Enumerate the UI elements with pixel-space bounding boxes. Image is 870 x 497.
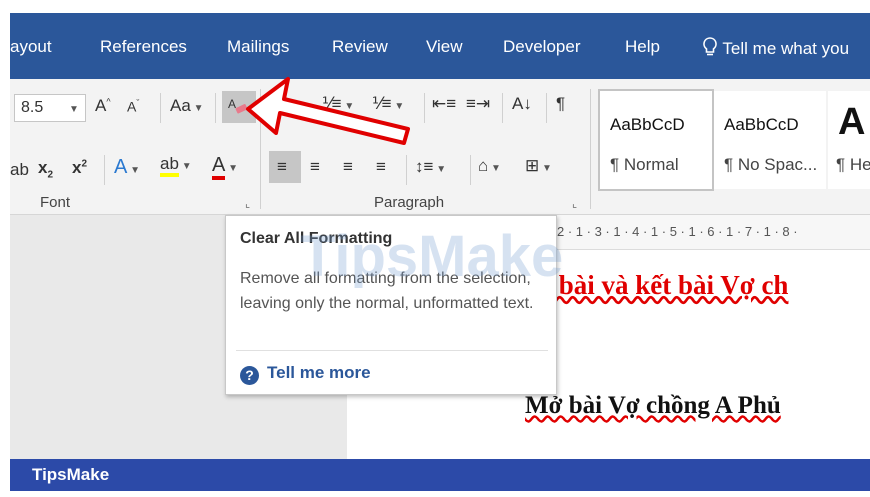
strikethrough-icon[interactable]: ab [10, 161, 29, 178]
grow-font-icon[interactable]: A^ [95, 97, 111, 114]
divider [546, 93, 547, 123]
annotation-arrow-icon [246, 77, 410, 145]
tab-layout[interactable]: ayout [10, 37, 52, 57]
font-group-label: Font [40, 194, 71, 211]
style-no-spacing[interactable]: AaBbCcD ¶ No Spac... [714, 91, 826, 189]
font-dialog-launcher-icon[interactable]: ⌞ [245, 197, 250, 210]
tell-me-search[interactable]: Tell me what you [702, 37, 849, 59]
divider [160, 93, 161, 123]
justify-icon[interactable]: ≡ [376, 158, 386, 175]
font-size-value: 8.5 [21, 99, 44, 116]
style-name: ¶ No Spac... [724, 155, 818, 174]
divider [470, 155, 471, 185]
line-spacing-icon[interactable]: ↕≡ ▼ [415, 158, 446, 175]
tell-me-label: Tell me what you [722, 39, 850, 58]
font-size-box[interactable]: 8.5 ▼ [14, 94, 86, 122]
align-left-button[interactable]: ≡ [269, 151, 301, 183]
style-heading[interactable]: A ¶ He [828, 91, 870, 189]
change-case-button[interactable]: Aa ▼ [170, 97, 203, 114]
style-preview: AaBbCcD [610, 115, 685, 134]
group-divider [590, 89, 591, 209]
align-left-icon: ≡ [277, 157, 287, 176]
increase-indent-icon[interactable]: ≡⇥ [466, 95, 490, 112]
tell-me-more-link[interactable]: ? Tell me more [240, 363, 371, 385]
ribbon-tab-bar: ayout References Mailings Review View De… [10, 13, 870, 79]
tab-references[interactable]: References [100, 37, 187, 57]
font-color-icon[interactable]: A ▼ [212, 154, 238, 180]
tab-mailings[interactable]: Mailings [227, 37, 289, 57]
change-case-label: Aa [170, 96, 191, 115]
tab-review[interactable]: Review [332, 37, 388, 57]
paragraph-dialog-launcher-icon[interactable]: ⌞ [572, 197, 577, 210]
footer-brand: TipsMake [32, 465, 110, 484]
style-name: ¶ Normal [610, 155, 679, 174]
lightbulb-icon [703, 37, 717, 56]
shading-icon[interactable]: ⌂ ▼ [478, 157, 501, 174]
divider [215, 93, 216, 123]
word-window: ayout References Mailings Review View De… [10, 13, 870, 491]
svg-text:A: A [228, 97, 236, 111]
text-effects-icon[interactable]: A ▼ [114, 157, 140, 177]
align-center-icon[interactable]: ≡ [310, 158, 320, 175]
divider [406, 155, 407, 185]
style-preview: AaBbCcD [724, 115, 799, 134]
red-heading: ở bài và kết bài Vợ ch [537, 270, 789, 300]
style-preview: A [838, 101, 866, 143]
align-right-icon[interactable]: ≡ [343, 158, 353, 175]
borders-icon[interactable]: ⊞ ▼ [525, 157, 552, 174]
paragraph-group-label: Paragraph [374, 194, 445, 211]
tab-view[interactable]: View [426, 37, 463, 57]
divider [236, 350, 548, 351]
pilcrow-icon[interactable]: ¶ [556, 95, 565, 112]
style-name: ¶ He [836, 155, 870, 174]
tab-developer[interactable]: Developer [503, 37, 581, 57]
divider [502, 93, 503, 123]
ribbon-home: 8.5 ▼ A^ Aˇ Aa ▼ A ⁝≡ ⅟≡ ▼ ⅟≡ ▼ ⇤≡ ≡⇥ A↓… [10, 79, 870, 215]
ruler-marks: 2 · 1 · 3 · 1 · 4 · 1 · 5 · 1 · 6 · 1 · … [557, 224, 798, 239]
footer-bar: TipsMake [10, 459, 870, 491]
decrease-indent-icon[interactable]: ⇤≡ [432, 95, 456, 112]
tell-me-more-label: Tell me more [267, 363, 371, 382]
help-icon: ? [240, 366, 259, 385]
watermark: TipsMake [300, 224, 564, 289]
section-heading: Mở bài Vợ chồng A Phủ [525, 392, 781, 419]
sort-icon[interactable]: A↓ [512, 95, 532, 112]
chevron-down-icon: ▼ [69, 104, 79, 115]
style-normal[interactable]: AaBbCcD ¶ Normal [598, 89, 714, 191]
divider [104, 155, 105, 185]
tab-help[interactable]: Help [625, 37, 660, 57]
subscript-icon[interactable]: x2 [38, 159, 53, 180]
highlight-icon[interactable]: ab ▼ [160, 154, 192, 177]
shrink-font-icon[interactable]: Aˇ [127, 99, 139, 114]
divider [424, 93, 425, 123]
superscript-icon[interactable]: x2 [72, 159, 87, 176]
